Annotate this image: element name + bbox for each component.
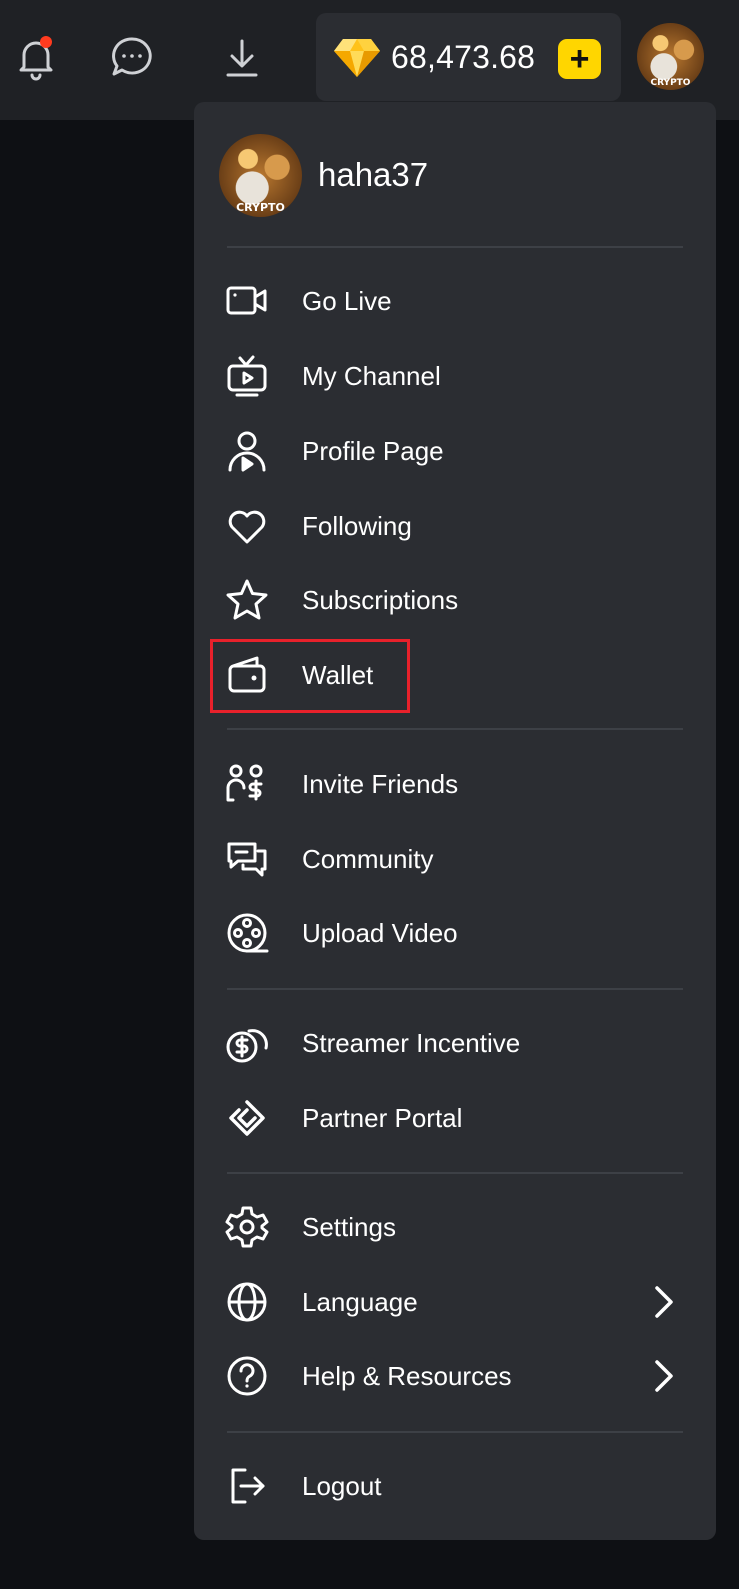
coins-dollar-icon	[225, 1021, 269, 1065]
menu-item-label: Invite Friends	[302, 769, 459, 799]
user-avatar-button[interactable]: CRYPTO	[637, 23, 704, 90]
community-chat-icon	[225, 837, 269, 881]
menu-item-label: Go Live	[302, 286, 392, 316]
profile-header[interactable]: CRYPTO haha37	[194, 102, 716, 242]
menu-item-following[interactable]: Following	[194, 495, 716, 557]
invite-friends-icon	[225, 762, 269, 806]
menu-item-partner-portal[interactable]: Partner Portal	[194, 1087, 716, 1149]
heart-icon	[225, 504, 269, 548]
menu-item-label: Community	[302, 844, 434, 874]
menu-item-label: Subscriptions	[302, 585, 459, 615]
menu-item-settings[interactable]: Settings	[194, 1196, 716, 1258]
avatar: CRYPTO	[219, 134, 302, 217]
menu-item-label: My Channel	[302, 361, 441, 391]
menu-item-label: Following	[302, 511, 412, 541]
menu-item-community[interactable]: Community	[194, 828, 716, 890]
menu-item-label: Logout	[302, 1471, 382, 1501]
wallet-highlight	[210, 639, 410, 713]
chat-bubble-icon	[112, 37, 152, 76]
menu-item-label: Language	[302, 1287, 418, 1317]
menu-item-profile-page[interactable]: Profile Page	[194, 420, 716, 482]
globe-icon	[225, 1280, 269, 1324]
chevron-right-icon	[655, 1360, 673, 1392]
handshake-diamond-icon	[225, 1096, 269, 1140]
menu-item-go-live[interactable]: Go Live	[194, 270, 716, 332]
film-reel-icon	[225, 911, 269, 955]
menu-item-help-resources[interactable]: Help & Resources	[194, 1345, 716, 1407]
menu-item-label: Streamer Incentive	[302, 1028, 521, 1058]
menu-item-label: Upload Video	[302, 918, 458, 948]
menu-item-label: Partner Portal	[302, 1103, 463, 1133]
avatar-caption: CRYPTO	[236, 201, 285, 214]
user-dropdown-menu: CRYPTO haha37 Go Live My Channel Profile…	[194, 102, 716, 1540]
divider	[227, 988, 683, 990]
divider	[227, 1431, 683, 1433]
menu-item-streamer-incentive[interactable]: Streamer Incentive	[194, 1012, 716, 1074]
star-icon	[225, 578, 269, 622]
coin-balance[interactable]: 68,473.68 +	[316, 13, 621, 101]
balance-value: 68,473.68	[391, 39, 536, 75]
menu-item-label: Help & Resources	[302, 1361, 512, 1391]
notifications-button[interactable]	[12, 28, 60, 86]
messages-button[interactable]	[108, 28, 156, 86]
menu-item-subscriptions[interactable]: Subscriptions	[194, 569, 716, 631]
menu-item-upload-video[interactable]: Upload Video	[194, 902, 716, 964]
menu-item-invite-friends[interactable]: Invite Friends	[194, 753, 716, 815]
chevron-right-icon	[655, 1286, 673, 1318]
tv-channel-icon	[225, 354, 269, 398]
logout-icon	[225, 1464, 269, 1508]
menu-item-label: Settings	[302, 1212, 396, 1242]
profile-play-icon	[225, 429, 269, 473]
avatar-caption: CRYPTO	[650, 78, 691, 88]
username: haha37	[318, 156, 429, 193]
menu-item-logout[interactable]: Logout	[194, 1455, 716, 1517]
diamond-icon	[334, 39, 380, 77]
video-camera-icon	[225, 279, 269, 323]
download-button[interactable]	[218, 28, 266, 86]
add-coins-button[interactable]: +	[558, 39, 601, 79]
divider	[227, 246, 683, 248]
gear-icon	[225, 1205, 269, 1249]
question-circle-icon	[225, 1354, 269, 1398]
notification-dot	[40, 36, 52, 48]
menu-item-my-channel[interactable]: My Channel	[194, 345, 716, 407]
menu-item-language[interactable]: Language	[194, 1271, 716, 1333]
divider	[227, 728, 683, 730]
divider	[227, 1172, 683, 1174]
menu-item-label: Profile Page	[302, 436, 444, 466]
download-icon	[226, 39, 258, 77]
